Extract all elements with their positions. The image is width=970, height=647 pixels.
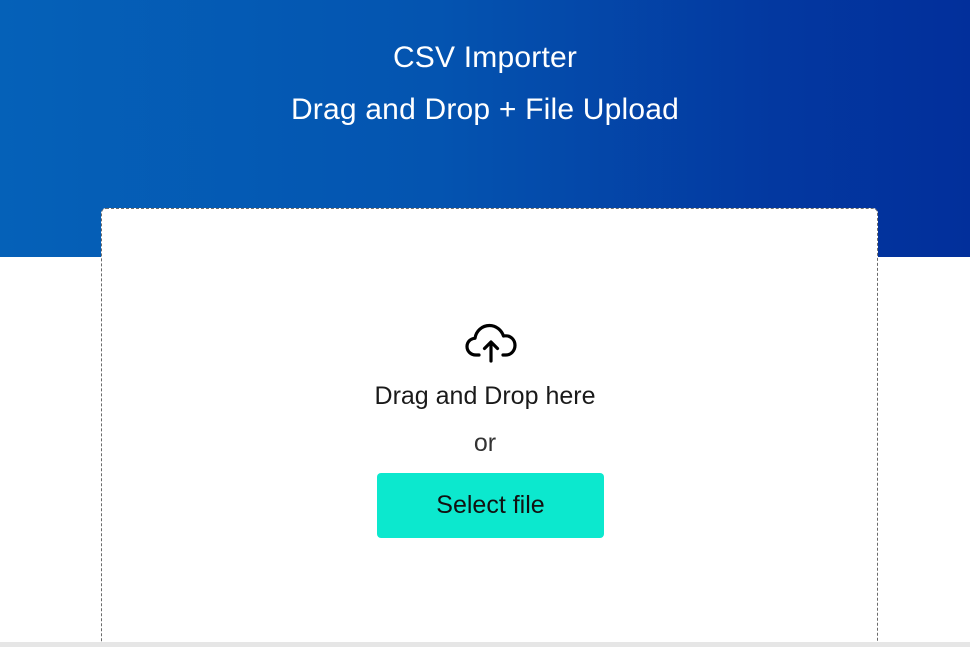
page-title: CSV Importer xyxy=(392,41,578,74)
bottom-divider xyxy=(0,642,970,647)
page-subtitle: Drag and Drop + File Upload xyxy=(290,93,680,126)
cloud-upload-icon xyxy=(465,323,517,363)
or-separator: or xyxy=(473,429,497,457)
drop-prompt: Drag and Drop here xyxy=(374,382,596,410)
select-file-button[interactable]: Select file xyxy=(377,473,604,538)
page: CSV Importer Drag and Drop + File Upload… xyxy=(0,0,970,647)
